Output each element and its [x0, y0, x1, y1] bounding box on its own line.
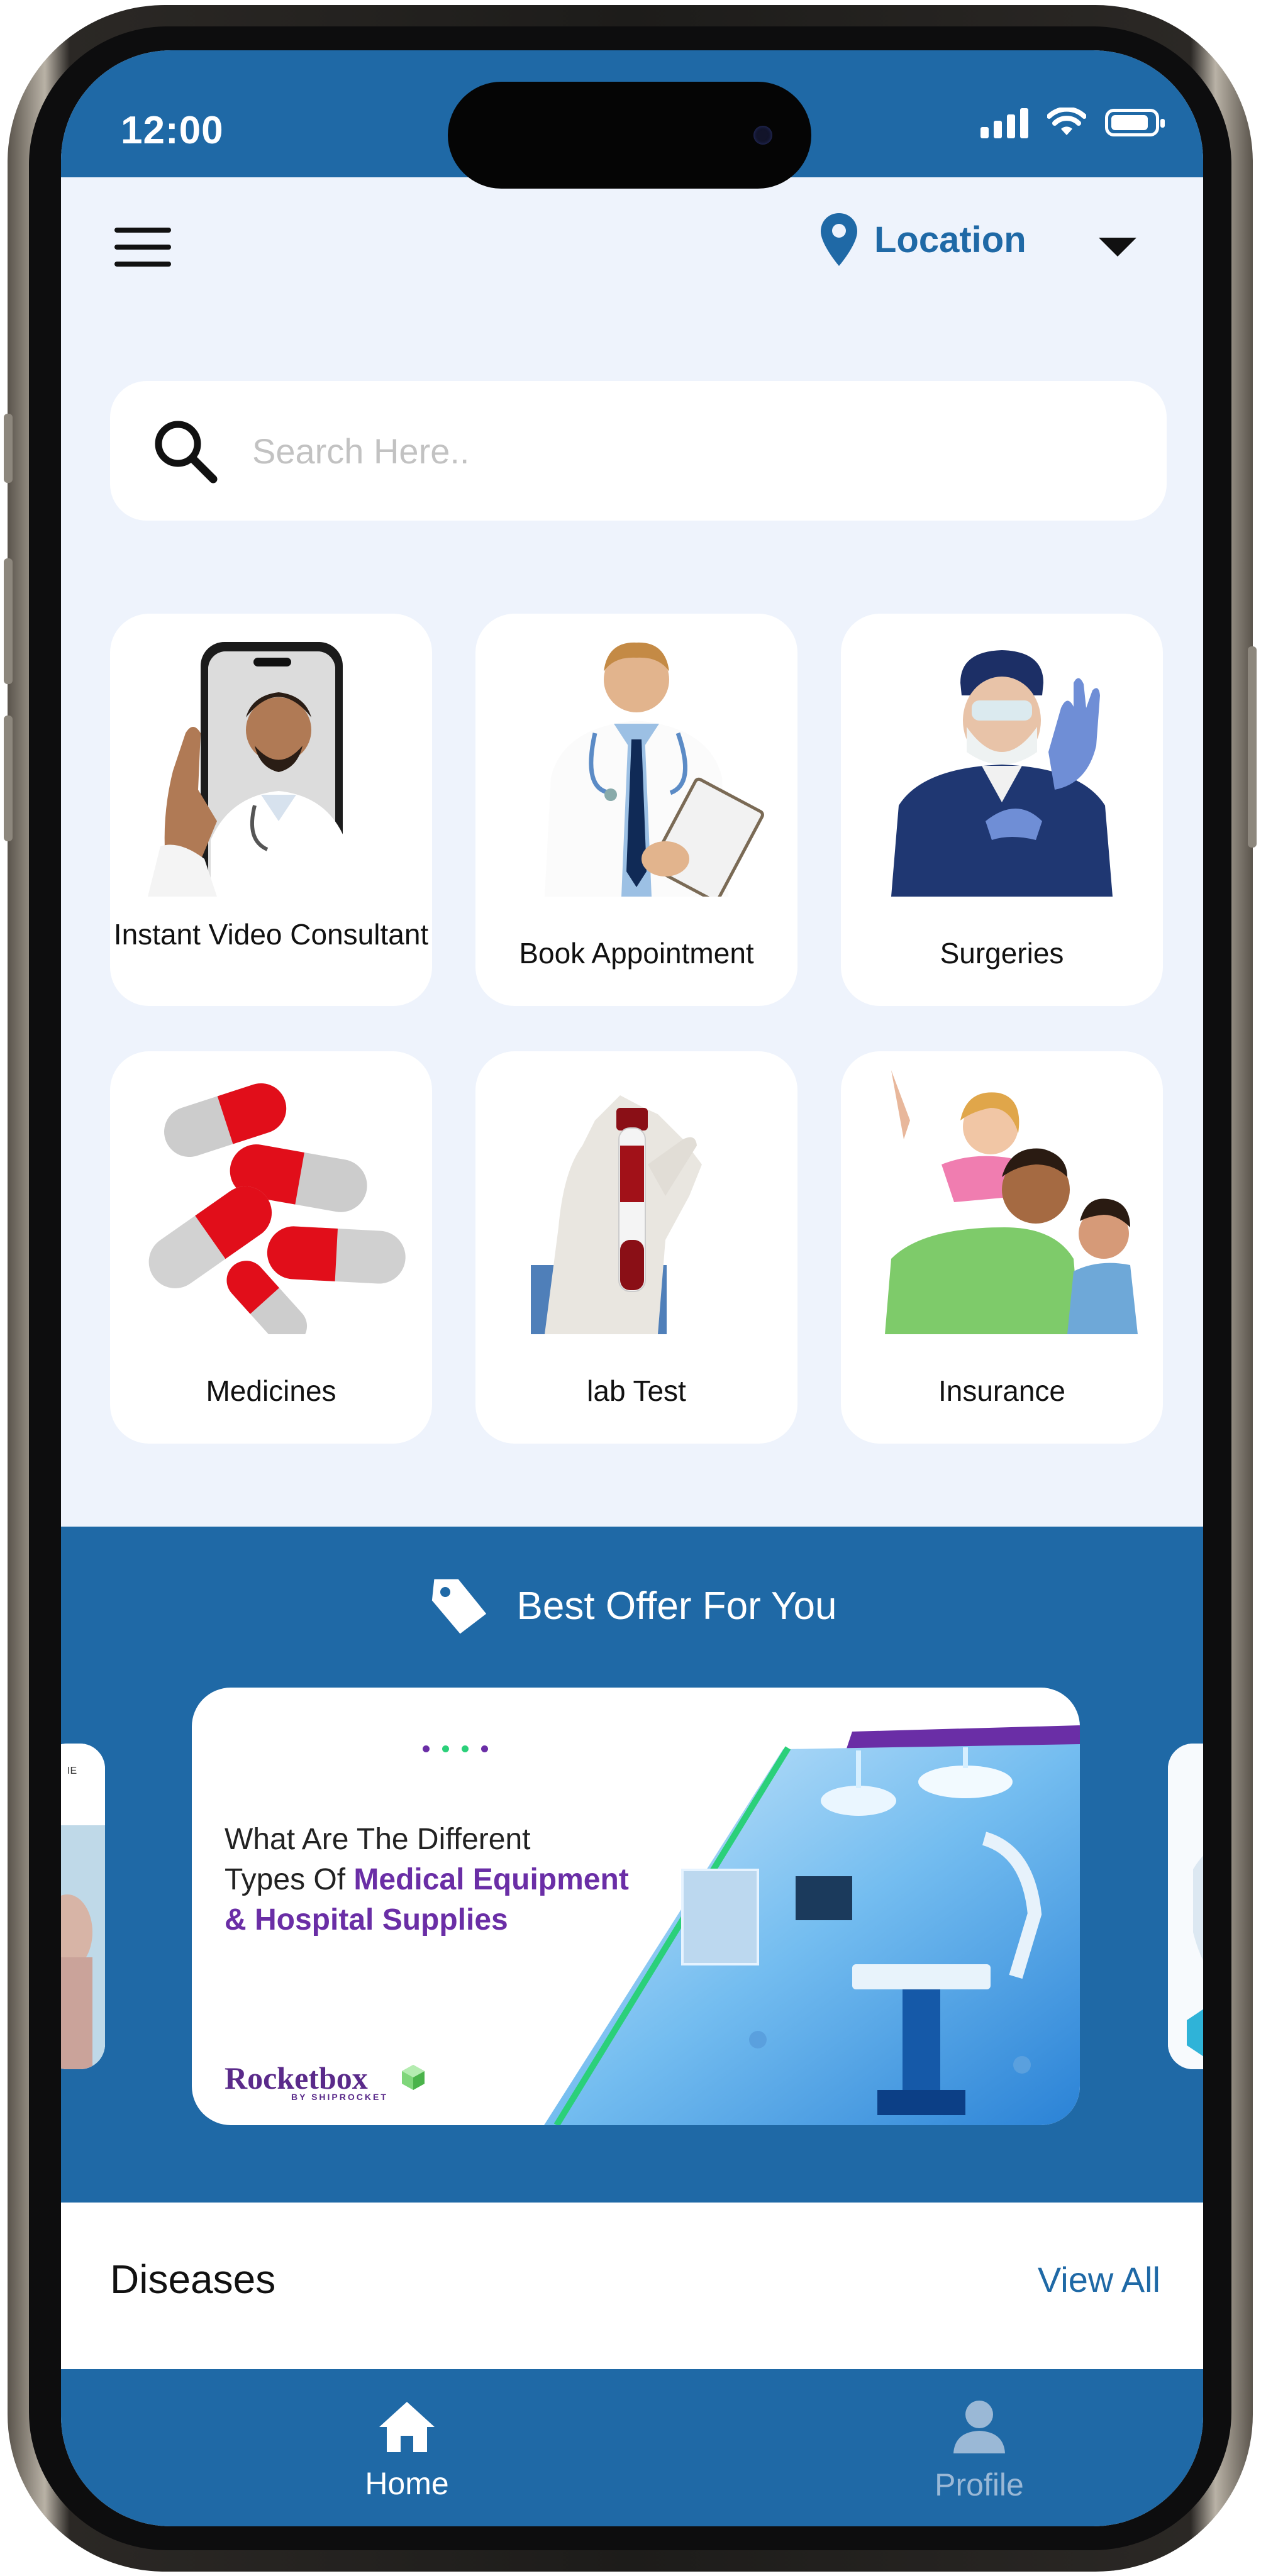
brand-logo: Rocketbox	[225, 2060, 368, 2096]
dynamic-island	[448, 82, 811, 189]
banner-dots	[423, 1745, 488, 1752]
diseases-section: Diseases View All	[61, 2203, 1203, 2369]
banner-line-2-plain: Types Of	[225, 1863, 354, 1896]
mute-switch	[4, 414, 13, 483]
banner-line-2-bold: Medical Equipment	[353, 1863, 629, 1896]
app-header: Location	[61, 177, 1203, 303]
service-tile-video-consult[interactable]: Instant Video Consultant	[110, 614, 432, 1006]
banner-preview-image: IE	[61, 1744, 105, 2069]
view-all-link[interactable]: View All	[1038, 2259, 1160, 2300]
pill-capsules-icon	[148, 1083, 406, 1334]
volume-down-button	[4, 716, 13, 841]
tab-label-profile: Profile	[935, 2467, 1024, 2502]
location-selector[interactable]: Location	[819, 212, 1026, 267]
doctor-clipboard-icon	[545, 642, 764, 897]
tab-home[interactable]: Home	[313, 2399, 501, 2502]
banner-line-2: Types Of Medical Equipment	[225, 1860, 703, 1900]
family-icon	[866, 1070, 1138, 1334]
user-icon	[953, 2401, 1005, 2453]
blood-test-tube-icon	[531, 1095, 702, 1334]
offers-header: Best Offer For You	[61, 1576, 1203, 1636]
battery-icon	[1105, 109, 1165, 136]
banner-line-3: & Hospital Supplies	[225, 1900, 703, 1940]
surgeon-icon	[891, 650, 1113, 897]
service-label: lab Test	[587, 1374, 686, 1407]
service-label: Insurance	[938, 1374, 1065, 1407]
service-label: Medicines	[206, 1374, 336, 1407]
signal-icon	[980, 107, 1028, 138]
service-tile-surgeries[interactable]: Surgeries	[841, 614, 1163, 1006]
tab-profile[interactable]: Profile	[885, 2399, 1074, 2503]
app-screen: 12:00 Location Search Here.. Instant Vid…	[61, 50, 1203, 2526]
power-button	[1248, 646, 1257, 848]
location-label: Location	[874, 219, 1026, 260]
search-bar[interactable]	[110, 381, 1167, 521]
service-tile-medicines[interactable]: Medicines	[110, 1051, 432, 1444]
home-icon	[379, 2402, 435, 2452]
service-label: Surgeries	[940, 937, 1064, 970]
offer-banner-next[interactable]	[1168, 1744, 1203, 2069]
wifi-icon	[1047, 108, 1086, 135]
banner-headline: What Are The Different Types Of Medical …	[225, 1820, 703, 1940]
video-consult-doctor-icon	[148, 642, 345, 897]
tab-label-home: Home	[365, 2466, 449, 2501]
tag-icon	[431, 1579, 486, 1634]
status-icons	[980, 107, 1165, 138]
service-label: Book Appointment	[519, 937, 754, 970]
service-label: Instant Video Consultant	[113, 918, 429, 951]
status-time: 12:00	[121, 109, 224, 152]
offer-banner[interactable]: What Are The Different Types Of Medical …	[192, 1688, 1080, 2125]
cube-icon	[402, 2065, 425, 2090]
service-tile-lab-test[interactable]: lab Test	[475, 1051, 797, 1444]
bottom-tab-bar: Home Profile	[61, 2369, 1203, 2526]
service-tile-insurance[interactable]: Insurance	[841, 1051, 1163, 1444]
brand-subtitle: BY SHIPROCKET	[291, 2092, 388, 2102]
menu-icon[interactable]	[114, 228, 171, 268]
banner-line-1: What Are The Different	[225, 1823, 531, 1856]
diseases-title: Diseases	[110, 2257, 276, 2302]
volume-up-button	[4, 558, 13, 684]
banner-preview-image	[1168, 1744, 1203, 2069]
front-camera	[753, 126, 772, 145]
chevron-down-icon[interactable]	[1099, 238, 1136, 257]
search-input[interactable]	[251, 429, 1071, 472]
offer-banner-previous[interactable]: IE	[61, 1744, 105, 2069]
svg-text:IE: IE	[67, 1766, 77, 1776]
offers-section: Best Offer For You IE What Are The Diffe…	[61, 1527, 1203, 2203]
service-tile-book-appointment[interactable]: Book Appointment	[475, 614, 797, 1006]
banner-line-3-bold: & Hospital Supplies	[225, 1903, 508, 1937]
status-bar: 12:00	[61, 50, 1203, 189]
offers-title: Best Offer For You	[516, 1584, 837, 1628]
search-icon	[155, 421, 218, 484]
location-pin-icon	[821, 213, 857, 266]
